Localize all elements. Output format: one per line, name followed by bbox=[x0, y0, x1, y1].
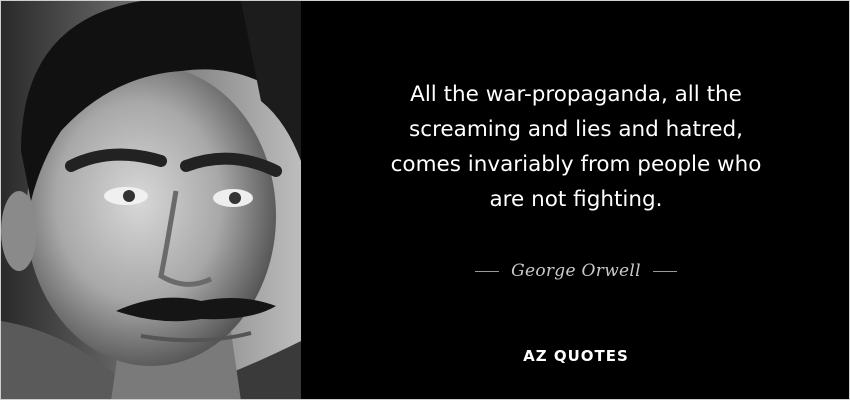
brand-logo[interactable]: AZ QUOTES bbox=[301, 347, 849, 365]
author-row: George Orwell bbox=[301, 258, 849, 284]
author-dash-left bbox=[475, 270, 500, 272]
author-name[interactable]: George Orwell bbox=[511, 261, 641, 281]
quote-card: All the war-propaganda, all the screamin… bbox=[0, 0, 850, 400]
author-dash-right bbox=[652, 270, 677, 272]
portrait-image bbox=[1, 1, 301, 399]
author-portrait bbox=[1, 1, 301, 399]
quote-area: All the war-propaganda, all the screamin… bbox=[301, 1, 849, 399]
quote-text: All the war-propaganda, all the screamin… bbox=[390, 82, 762, 212]
